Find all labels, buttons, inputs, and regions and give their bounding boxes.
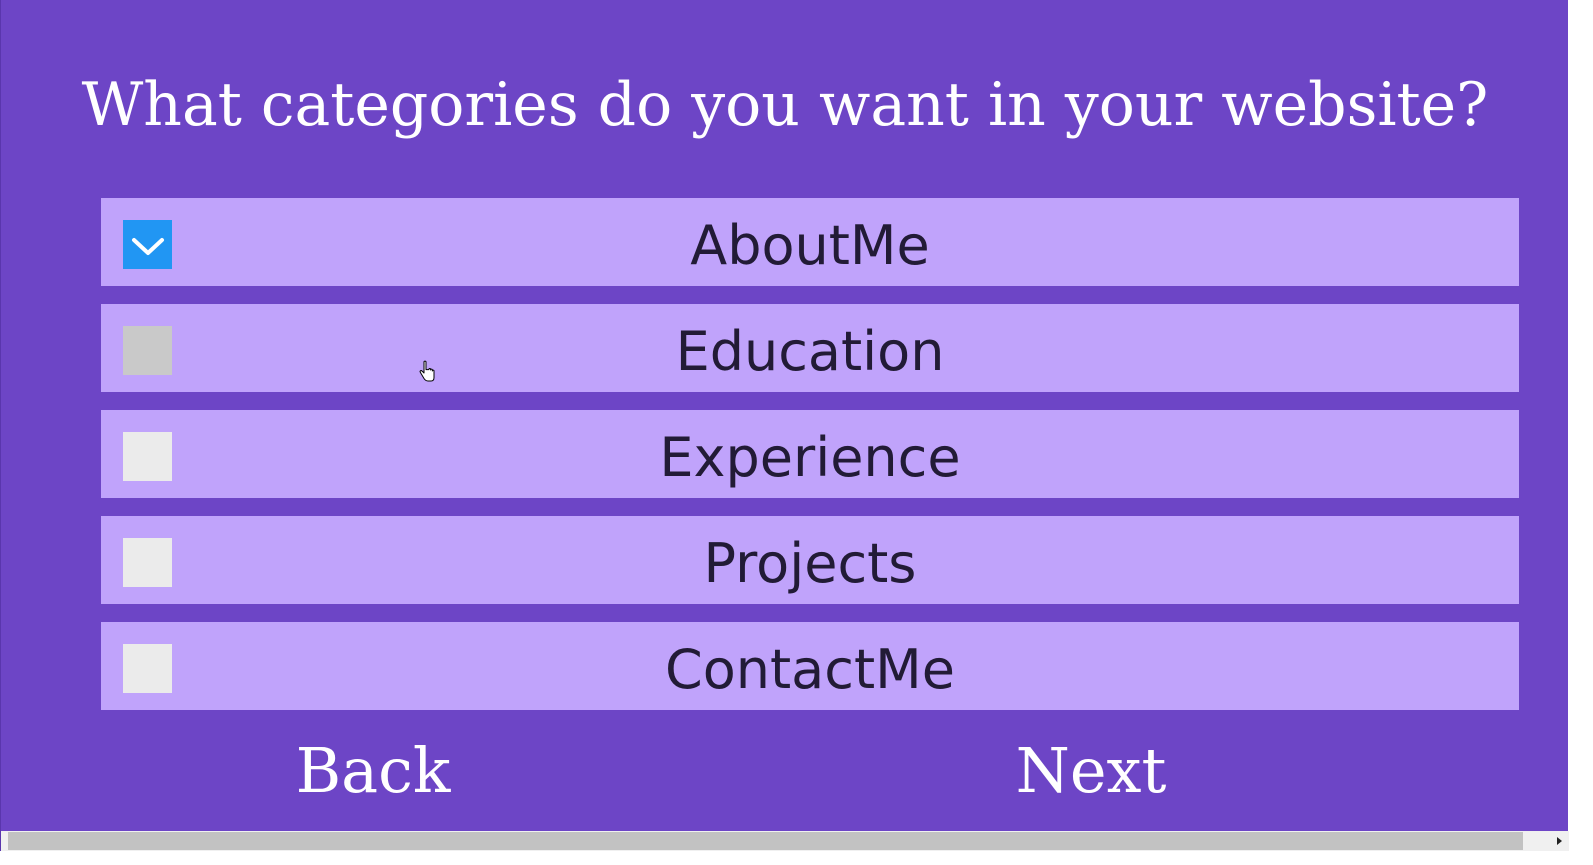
chevron-right-icon[interactable] xyxy=(1549,831,1569,851)
category-label: Education xyxy=(675,320,945,383)
category-label: Experience xyxy=(659,426,961,489)
category-label: Projects xyxy=(703,532,917,595)
category-row-experience[interactable]: Experience xyxy=(101,410,1519,498)
category-label: AboutMe xyxy=(690,214,930,277)
page-title: What categories do you want in your webs… xyxy=(81,70,1489,140)
back-button[interactable]: Back xyxy=(273,730,473,812)
category-label: ContactMe xyxy=(665,638,955,701)
category-row-education[interactable]: Education xyxy=(101,304,1519,392)
category-row-contactme[interactable]: ContactMe xyxy=(101,622,1519,710)
app-window: What categories do you want in your webs… xyxy=(0,0,1569,851)
scrollbar-thumb[interactable] xyxy=(8,832,1523,850)
category-row-projects[interactable]: Projects xyxy=(101,516,1519,604)
next-button[interactable]: Next xyxy=(991,730,1191,812)
category-row-aboutme[interactable]: AboutMe xyxy=(101,198,1519,286)
hand-cursor-icon xyxy=(419,360,435,382)
horizontal-scrollbar[interactable] xyxy=(1,831,1569,851)
